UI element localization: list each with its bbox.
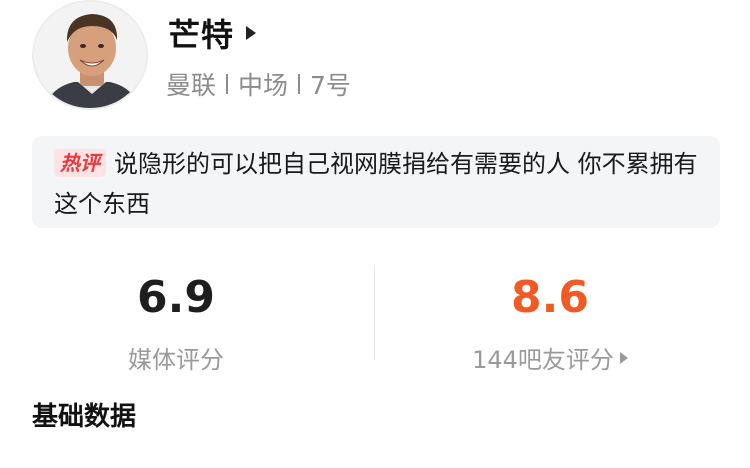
hot-comment-text: 说隐形的可以把自己视网膜捐给有需要的人 你不累拥有这个东西 — [54, 150, 698, 218]
hot-comment-badge: 热评 — [54, 149, 106, 177]
fan-rating-label-text: 144吧友评分 — [472, 346, 614, 374]
play-arrow-icon — [619, 351, 628, 364]
media-rating: 6.9 媒体评分 — [26, 270, 326, 375]
meta-separator — [226, 74, 229, 94]
player-name: 芒特 — [168, 16, 235, 54]
player-club: 曼联 — [166, 71, 217, 100]
basic-data-title: 基础数据 — [32, 402, 137, 432]
fan-rating[interactable]: 8.6 144吧友评分 — [400, 270, 700, 375]
meta-separator — [298, 74, 301, 94]
player-avatar[interactable] — [32, 0, 148, 110]
hot-comment-card[interactable]: 热评 说隐形的可以把自己视网膜捐给有需要的人 你不累拥有这个东西 — [32, 136, 720, 228]
player-number: 7号 — [310, 71, 351, 100]
fan-rating-label: 144吧友评分 — [472, 340, 628, 375]
rating-divider — [374, 266, 375, 360]
player-name-link[interactable]: 芒特 — [168, 10, 257, 56]
player-photo — [34, 2, 146, 108]
media-rating-label-text: 媒体评分 — [128, 346, 224, 374]
play-arrow-icon — [246, 26, 257, 40]
player-position: 中场 — [238, 71, 289, 100]
media-rating-label: 媒体评分 — [128, 340, 224, 375]
player-profile-page: 芒特 曼联 中场 7号 热评 说隐形的可以把自己视网膜捐给有需要的人 你不累拥有这… — [0, 0, 750, 468]
media-score: 6.9 — [137, 272, 215, 323]
player-meta: 曼联 中场 7号 — [166, 66, 351, 102]
fan-score: 8.6 — [511, 272, 589, 323]
